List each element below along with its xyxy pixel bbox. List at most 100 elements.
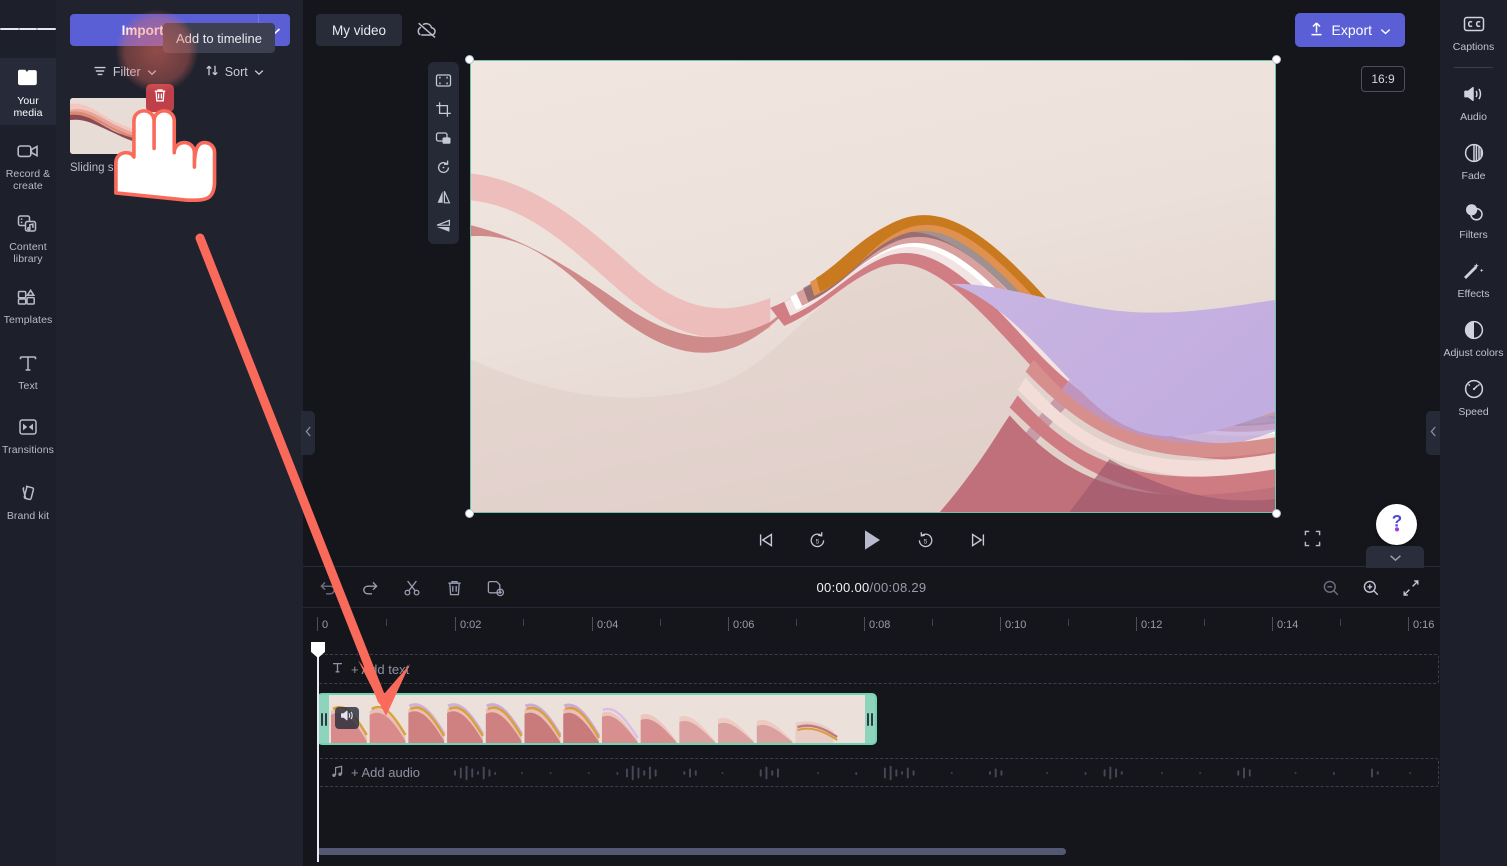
sidebar-item-label: Content library — [9, 241, 47, 265]
sort-button[interactable]: Sort — [180, 60, 290, 84]
filter-sort-row: Filter Sort — [70, 60, 289, 84]
menu-icon[interactable] — [0, 0, 57, 58]
sidebar-item-label: Transitions — [1, 444, 55, 456]
chevron-down-icon — [1380, 22, 1391, 38]
ruler-label: 0:06 — [733, 619, 755, 631]
right-rail-item-effects[interactable]: Effects — [1440, 249, 1507, 308]
right-rail: Captions Audio Fade Filters Effects Adju… — [1440, 0, 1507, 866]
sidebar-item-your-media[interactable]: Your media — [0, 58, 56, 125]
crop-icon[interactable] — [430, 96, 457, 123]
add-text-track[interactable]: + Add text — [317, 654, 1439, 684]
picture-in-picture-icon[interactable] — [430, 125, 457, 152]
media-item-name: Sliding sheets... — [70, 162, 152, 174]
chevron-down-icon — [254, 65, 264, 79]
skip-back-icon[interactable] — [751, 525, 781, 555]
flip-horizontal-icon[interactable] — [430, 183, 457, 210]
resize-handle-bottom-left[interactable] — [465, 509, 474, 518]
export-button[interactable]: Export — [1294, 13, 1405, 47]
add-text-label: + Add text — [351, 661, 410, 677]
current-time: 00:00.00 — [816, 580, 870, 595]
library-icon — [16, 212, 40, 236]
timeline-playhead[interactable] — [311, 642, 325, 862]
add-to-timeline-button[interactable] — [146, 116, 174, 144]
sidebar-item-transitions[interactable]: Transitions — [0, 407, 56, 463]
video-preview[interactable] — [465, 55, 1281, 518]
playback-controls: 5 5 — [303, 520, 1440, 560]
ruler-label: 0 — [322, 619, 329, 631]
timeline-toolbar: 00:00.00 / 00:08.29 — [303, 567, 1440, 608]
ruler-label: 0:16 — [1413, 619, 1435, 631]
right-rail-item-speed[interactable]: Speed — [1440, 367, 1507, 426]
sidebar-item-brand-kit[interactable]: Brand kit — [0, 473, 56, 529]
delete-media-button[interactable] — [146, 84, 174, 112]
timeline-scrollbar-thumb[interactable] — [317, 848, 1066, 855]
clipchamp-editor: Your media Record & create Content libra… — [0, 0, 1507, 866]
filter-label: Filter — [112, 65, 141, 79]
play-icon[interactable] — [855, 523, 889, 557]
right-rail-item-adjust-colors[interactable]: Adjust colors — [1440, 308, 1507, 367]
effects-wand-icon — [1462, 259, 1486, 283]
templates-icon — [16, 285, 40, 309]
clip-mute-button[interactable] — [335, 707, 359, 729]
sidebar-item-record-create[interactable]: Record & create — [0, 131, 56, 198]
fit-icon[interactable] — [430, 67, 457, 94]
right-rail-item-captions[interactable]: Captions — [1440, 0, 1507, 61]
folder-icon — [16, 66, 41, 90]
trash-icon — [153, 88, 167, 108]
ruler-label: 0:10 — [1005, 619, 1027, 631]
project-tab[interactable]: My video — [316, 14, 403, 46]
forward-5-icon[interactable]: 5 — [911, 525, 941, 555]
top-bar: My video Export — [303, 0, 1440, 58]
upload-icon — [1309, 21, 1324, 40]
ruler-label: 0:02 — [460, 619, 482, 631]
resize-handle-top-left[interactable] — [465, 55, 474, 64]
preview-float-toolbar — [428, 62, 459, 244]
speaker-icon — [1462, 82, 1486, 106]
help-collapse-tab[interactable] — [1366, 546, 1424, 568]
right-rail-item-fade[interactable]: Fade — [1440, 131, 1507, 190]
total-time: 00:08.29 — [873, 580, 927, 595]
media-item-sliding-sheets[interactable]: Sliding sheets... — [70, 84, 174, 174]
sidebar-item-templates[interactable]: Templates — [0, 277, 56, 333]
right-rail-item-filters[interactable]: Filters — [1440, 190, 1507, 249]
audio-waveform — [435, 763, 1438, 783]
cloud-off-icon[interactable] — [411, 14, 443, 46]
transitions-icon — [17, 415, 39, 439]
filter-button[interactable]: Filter — [70, 60, 180, 84]
clip-trim-handle-left[interactable] — [319, 695, 329, 743]
rotate-icon[interactable] — [430, 154, 457, 181]
sidebar-item-content-library[interactable]: Content library — [0, 204, 56, 271]
video-clip[interactable] — [317, 693, 877, 745]
zoom-in-icon[interactable] — [1360, 577, 1382, 599]
right-rail-item-label: Adjust colors — [1443, 347, 1504, 359]
collapse-right-panel-button[interactable] — [1426, 411, 1440, 455]
sidebar-item-label: Text — [18, 380, 38, 392]
speedometer-icon — [1462, 377, 1486, 401]
left-rail: Your media Record & create Content libra… — [0, 0, 57, 866]
sort-icon — [205, 64, 219, 80]
chevron-left-icon — [1430, 424, 1437, 442]
ruler-label: 0:12 — [1141, 619, 1163, 631]
fit-timeline-icon[interactable] — [1400, 577, 1422, 599]
aspect-ratio-button[interactable]: 16:9 — [1361, 66, 1405, 92]
rewind-5-icon[interactable]: 5 — [803, 525, 833, 555]
help-button[interactable]: ? — [1376, 504, 1417, 545]
fullscreen-icon[interactable] — [1298, 524, 1326, 552]
sidebar-item-text[interactable]: Text — [0, 343, 56, 399]
right-rail-item-audio[interactable]: Audio — [1440, 74, 1507, 131]
media-panel: Import media Filter So — [56, 0, 303, 866]
tooltip-add-to-timeline: Add to timeline — [163, 23, 275, 53]
resize-handle-bottom-right[interactable] — [1272, 509, 1281, 518]
timeline-scrollbar-track[interactable] — [317, 848, 1432, 855]
clip-trim-handle-right[interactable] — [865, 695, 875, 743]
right-rail-item-label: Captions — [1452, 41, 1495, 53]
add-audio-track[interactable]: + Add audio — [317, 758, 1439, 787]
zoom-out-icon[interactable] — [1320, 577, 1342, 599]
fade-icon — [1462, 141, 1486, 165]
flip-vertical-icon[interactable] — [430, 212, 457, 239]
timeline-ruler[interactable]: 0 0:02 0:04 0:06 0:08 0:10 0:12 0:14 0:1… — [303, 608, 1440, 642]
skip-forward-icon[interactable] — [963, 525, 993, 555]
resize-handle-top-right[interactable] — [1272, 55, 1281, 64]
video-frame — [470, 60, 1276, 513]
collapse-left-panel-button[interactable] — [301, 411, 315, 455]
